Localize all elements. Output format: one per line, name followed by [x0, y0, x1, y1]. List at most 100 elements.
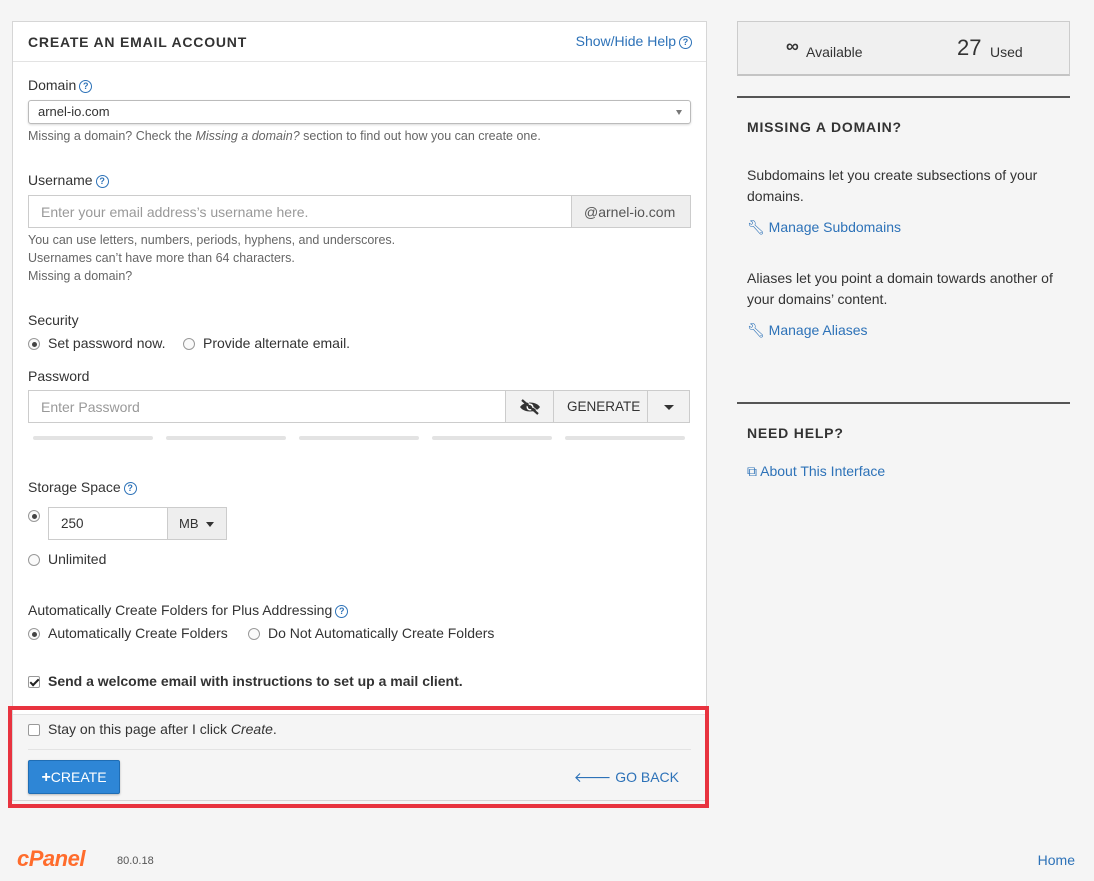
- domain-help-icon[interactable]: ?: [79, 80, 93, 93]
- caret-down-icon: [664, 405, 674, 410]
- plus-addressing-label-text: Automatically Create Folders for Plus Ad…: [28, 602, 333, 618]
- username-suffix-text: @arnel-io.com: [584, 204, 676, 220]
- stay-label-italic: Create: [230, 721, 273, 737]
- stay-on-page-label[interactable]: Stay on this page after I click Create.: [48, 721, 277, 737]
- no-auto-create-folders-radio[interactable]: [248, 628, 260, 640]
- account-stats: ∞ Available 27 Used: [737, 21, 1070, 76]
- stay-label-prefix: Stay on this page after I click: [48, 721, 231, 737]
- missing-domain-link[interactable]: Missing a domain?: [28, 269, 132, 283]
- no-auto-create-folders-label[interactable]: Do Not Automatically Create Folders: [268, 625, 494, 641]
- password-strength-segment: [432, 436, 552, 440]
- available-label: Available: [806, 44, 863, 60]
- used-label: Used: [990, 44, 1023, 60]
- go-back-link[interactable]: 🡐 GO BACK: [574, 769, 679, 786]
- storage-label: Storage Space?: [28, 479, 137, 495]
- password-strength-segment: [166, 436, 286, 440]
- arrow-left-icon: 🡐: [573, 769, 616, 785]
- domain-select[interactable]: arnel-io.com: [28, 100, 691, 124]
- divider: [737, 402, 1070, 404]
- about-interface-label: About This Interface: [760, 463, 886, 479]
- generate-password-button[interactable]: GENERATE: [553, 390, 648, 423]
- password-strength-segment: [299, 436, 419, 440]
- password-label: Password: [28, 368, 90, 384]
- domain-help-prefix: Missing a domain? Check the: [28, 129, 196, 143]
- storage-unlimited-radio[interactable]: [28, 554, 40, 566]
- username-help-line2: Usernames can’t have more than 64 charac…: [28, 251, 295, 265]
- generate-options-dropdown[interactable]: [647, 390, 690, 423]
- cpanel-logo[interactable]: cPanel: [17, 846, 85, 872]
- aliases-text: Aliases let you point a domain towards a…: [747, 270, 1053, 307]
- external-link-icon: ⧉: [747, 463, 757, 479]
- create-label: CREATE: [50, 769, 107, 785]
- create-button[interactable]: +CREATE: [28, 760, 120, 794]
- password-input[interactable]: Enter Password: [28, 390, 506, 423]
- plus-icon: +: [41, 769, 51, 786]
- manage-aliases-label: Manage Aliases: [768, 322, 868, 338]
- version-text: 80.0.18: [117, 855, 154, 867]
- used-count: 27: [957, 35, 982, 60]
- password-strength-segment: [565, 436, 685, 440]
- divider: [737, 96, 1070, 98]
- chevron-down-icon: [676, 110, 682, 115]
- username-domain-suffix: @arnel-io.com: [571, 195, 691, 228]
- panel-header: CREATE AN EMAIL ACCOUNT Show/Hide Help?: [13, 22, 706, 62]
- wrench-icon: 🔧︎: [747, 219, 765, 235]
- domain-label: Domain?: [28, 77, 93, 93]
- go-back-label: GO BACK: [615, 769, 679, 785]
- manage-aliases-link[interactable]: 🔧︎ Manage Aliases: [747, 322, 868, 339]
- domain-help-text: Missing a domain? Check the Missing a do…: [28, 129, 541, 143]
- security-label: Security: [28, 312, 79, 328]
- welcome-email-label[interactable]: Send a welcome email with instructions t…: [48, 673, 463, 689]
- username-placeholder: Enter your email address’s username here…: [41, 204, 309, 220]
- username-input[interactable]: Enter your email address’s username here…: [28, 195, 572, 228]
- help-icon: ?: [679, 36, 692, 49]
- show-hide-help-link[interactable]: Show/Hide Help?: [576, 33, 692, 49]
- domain-help-italic: Missing a domain?: [195, 129, 300, 143]
- missing-domain-title: MISSING A DOMAIN?: [747, 119, 902, 135]
- home-link[interactable]: Home: [1038, 852, 1075, 868]
- infinity-icon: ∞: [786, 36, 799, 56]
- auto-create-folders-label[interactable]: Automatically Create Folders: [48, 625, 228, 641]
- password-strength-segment: [33, 436, 153, 440]
- need-help-title: NEED HELP?: [747, 425, 844, 441]
- stay-label-suffix: .: [272, 721, 277, 737]
- password-placeholder: Enter Password: [41, 399, 140, 415]
- storage-help-icon[interactable]: ?: [123, 482, 137, 495]
- auto-create-folders-radio[interactable]: [28, 628, 40, 640]
- manage-subdomains-link[interactable]: 🔧︎ Manage Subdomains: [747, 219, 901, 236]
- subdomains-text: Subdomains let you create subsections of…: [747, 167, 1038, 204]
- set-password-label[interactable]: Set password now.: [48, 335, 166, 351]
- storage-unlimited-label[interactable]: Unlimited: [48, 551, 106, 567]
- toggle-visibility-button[interactable]: [505, 390, 554, 423]
- storage-label-text: Storage Space: [28, 479, 121, 495]
- storage-unit-dropdown[interactable]: MB: [167, 507, 227, 540]
- alternate-email-label[interactable]: Provide alternate email.: [203, 335, 350, 351]
- storage-limit-radio[interactable]: [28, 510, 40, 522]
- form-actions: Stay on this page after I click Create. …: [13, 714, 706, 800]
- domain-selected-value: arnel-io.com: [38, 104, 110, 119]
- username-help-icon[interactable]: ?: [95, 175, 109, 188]
- wrench-icon: 🔧︎: [747, 322, 765, 338]
- domain-help-suffix: section to find out how you can create o…: [299, 129, 541, 143]
- welcome-email-checkbox[interactable]: [28, 676, 40, 688]
- username-help-line1: You can use letters, numbers, periods, h…: [28, 233, 396, 247]
- set-password-radio[interactable]: [28, 338, 40, 350]
- plus-addressing-help-icon[interactable]: ?: [335, 605, 349, 618]
- storage-value: 250: [61, 516, 84, 531]
- storage-value-input[interactable]: 250: [48, 507, 169, 540]
- username-label-text: Username: [28, 172, 93, 188]
- eye-slash-icon: [520, 399, 540, 415]
- page-title: CREATE AN EMAIL ACCOUNT: [28, 34, 248, 50]
- divider: [28, 749, 691, 750]
- username-label: Username?: [28, 172, 109, 188]
- domain-label-text: Domain: [28, 77, 77, 93]
- generate-label: GENERATE: [567, 399, 641, 414]
- storage-unit: MB: [179, 516, 199, 531]
- caret-down-icon: [206, 522, 214, 527]
- plus-addressing-label: Automatically Create Folders for Plus Ad…: [28, 602, 349, 618]
- about-interface-link[interactable]: ⧉ About This Interface: [747, 463, 885, 480]
- manage-subdomains-label: Manage Subdomains: [768, 219, 901, 235]
- show-hide-help-label: Show/Hide Help: [575, 33, 676, 49]
- stay-on-page-checkbox[interactable]: [28, 724, 40, 736]
- alternate-email-radio[interactable]: [183, 338, 195, 350]
